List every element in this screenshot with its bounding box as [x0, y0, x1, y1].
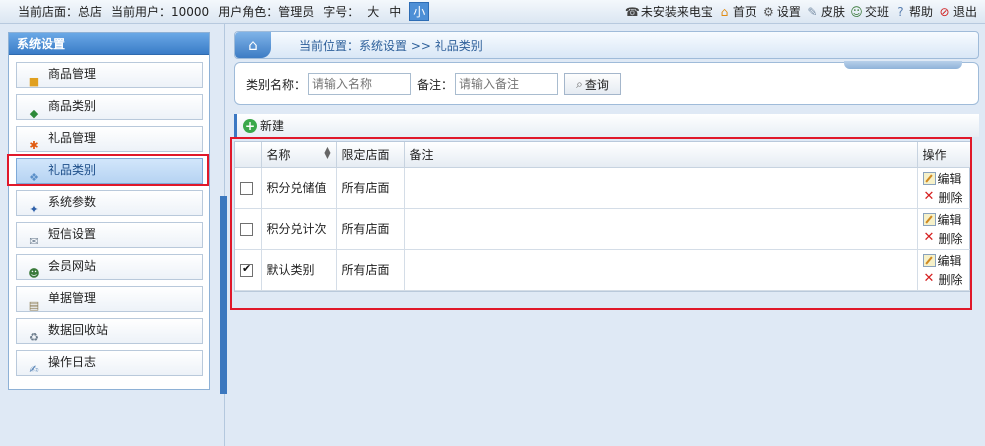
phone-icon: ☎ [624, 4, 640, 19]
help-link[interactable]: ? 帮助 [893, 3, 933, 20]
user-role: 用户角色：管理员 [218, 5, 315, 19]
font-size-medium[interactable]: 中 [387, 3, 403, 20]
recycle-icon: ♻ [29, 330, 39, 344]
font-size-label: 字号： [323, 5, 360, 19]
category-icon: ◆ [29, 106, 39, 120]
log-icon: ✍ [29, 362, 39, 376]
category-name-label: 类别名称： [246, 77, 307, 92]
grid-toolbar: + 新建 [234, 114, 979, 137]
logout-link[interactable]: ⊘ 退出 [937, 3, 977, 20]
session-info: 当前店面：总店 当前用户：10000 用户角色：管理员 字号： 大 中 小 [18, 2, 430, 21]
gear-icon: ⚙ [763, 4, 774, 19]
gift-icon: ✱ [29, 138, 39, 152]
top-bar: 当前店面：总店 当前用户：10000 用户角色：管理员 字号： 大 中 小 ☎ 未… [0, 0, 985, 24]
highlight-box-table [230, 137, 972, 310]
settings-link[interactable]: ⚙ 设置 [761, 3, 801, 20]
top-links: ☎ 未安装来电宝 ⌂ 首页 ⚙ 设置 ✎ 皮肤 ☺ 交班 ? 帮助 ⊘ 退出 [621, 3, 977, 20]
sidebar-item-product-category[interactable]: ◆ 商品类别 [16, 94, 203, 120]
receipt-icon: ▤ [28, 298, 40, 312]
sidebar: 系统设置 ■ 商品管理 ◆ 商品类别 ✱ 礼品管理 ❖ 礼品类别 ✦ 系统参数 ✉ 短信设置… [8, 32, 210, 390]
sidebar-item-operation-log[interactable]: ✍ 操作日志 [16, 350, 203, 376]
member-site-icon: ☻ [28, 266, 40, 280]
exit-icon: ⊘ [939, 4, 950, 19]
breadcrumb-text: 当前位置：系统设置 >> 礼品类别 [299, 38, 483, 53]
highlight-box-sidebar [7, 154, 209, 186]
home-icon[interactable]: ⌂ [235, 32, 271, 58]
sidebar-item-recycle-bin[interactable]: ♻ 数据回收站 [16, 318, 203, 344]
sidebar-item-product-management[interactable]: ■ 商品管理 [16, 62, 203, 88]
query-button[interactable]: ⌕ 查询 [564, 73, 622, 95]
caller-id-link[interactable]: ☎ 未安装来电宝 [625, 3, 713, 20]
sidebar-item-member-site[interactable]: ☻ 会员网站 [16, 254, 203, 280]
home-link[interactable]: ⌂ 首页 [717, 3, 757, 20]
remark-input[interactable] [455, 73, 559, 95]
handover-icon: ☺ [850, 4, 863, 19]
breadcrumb: ⌂ 当前位置：系统设置 >> 礼品类别 [234, 31, 979, 59]
sidebar-item-system-params[interactable]: ✦ 系统参数 [16, 190, 203, 216]
skin-icon: ✎ [807, 4, 818, 19]
current-user: 当前用户：10000 [111, 5, 210, 19]
current-store: 当前店面：总店 [18, 5, 103, 19]
collapse-handle[interactable] [220, 196, 227, 394]
sidebar-item-gift-management[interactable]: ✱ 礼品管理 [16, 126, 203, 152]
search-panel: 类别名称： 备注： ⌕查询 [234, 61, 979, 105]
sms-icon: ✉ [29, 234, 39, 248]
new-button[interactable]: + 新建 [243, 117, 284, 134]
search-icon: ⌕ [576, 76, 583, 91]
sidebar-title: 系统设置 [9, 33, 209, 55]
sidebar-item-receipt-management[interactable]: ▤ 单据管理 [16, 286, 203, 312]
search-panel-tab[interactable] [844, 61, 962, 69]
font-size-small[interactable]: 小 [409, 2, 430, 21]
handover-link[interactable]: ☺ 交班 [849, 3, 889, 20]
add-icon: + [243, 118, 257, 133]
remark-label: 备注： [417, 77, 454, 92]
sidebar-item-sms-settings[interactable]: ✉ 短信设置 [16, 222, 203, 248]
params-icon: ✦ [29, 202, 39, 216]
category-name-input[interactable] [308, 73, 412, 95]
product-icon: ■ [28, 74, 40, 88]
help-icon: ? [897, 4, 904, 19]
home-icon: ⌂ [720, 4, 729, 19]
font-size-large[interactable]: 大 [365, 3, 381, 20]
skin-link[interactable]: ✎ 皮肤 [805, 3, 845, 20]
